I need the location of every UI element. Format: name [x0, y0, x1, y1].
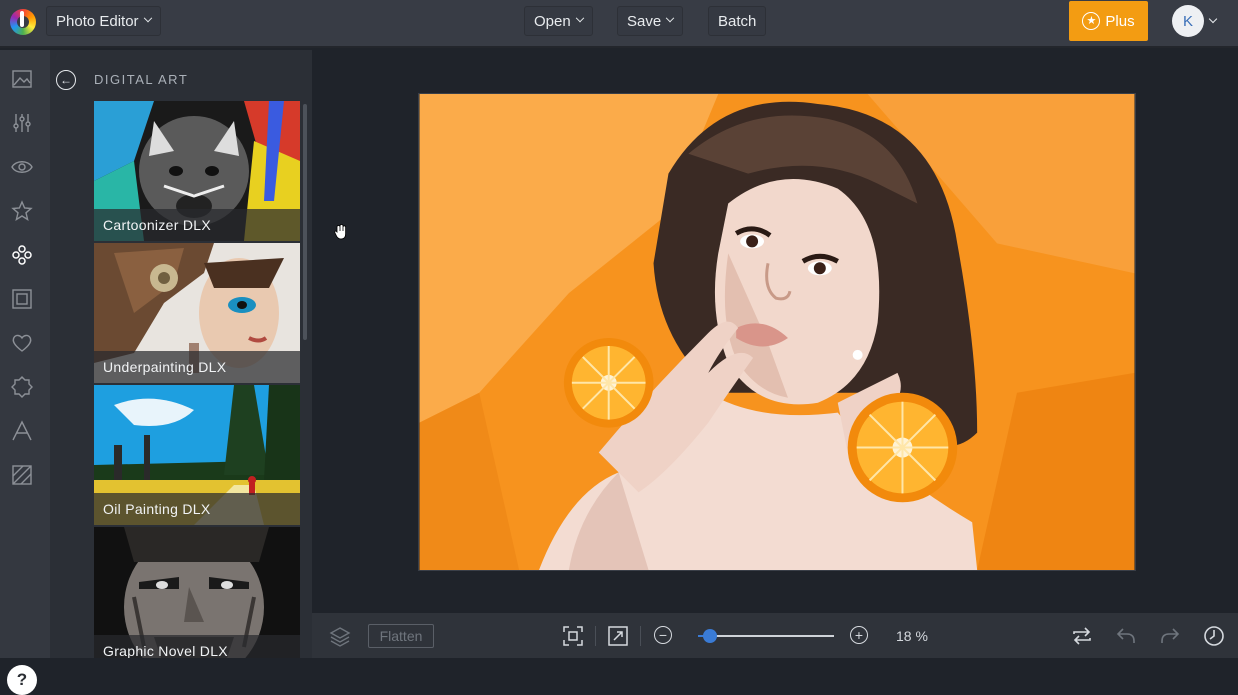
batch-button[interactable]: Batch — [708, 6, 767, 36]
chevron-down-icon — [575, 13, 584, 23]
zoom-out-button[interactable]: − — [654, 626, 672, 644]
redo-icon[interactable] — [1159, 625, 1181, 647]
app-logo[interactable] — [10, 9, 36, 35]
tool-rail: ? — [0, 50, 50, 695]
open-label: Open — [534, 12, 571, 30]
help-label: ? — [16, 670, 28, 689]
bottom-toolbar: Flatten − + 18 % — [312, 613, 1238, 658]
zoom-percentage: 18 % — [896, 628, 928, 644]
panel-title: DIGITAL ART — [94, 72, 189, 87]
batch-label: Batch — [718, 12, 757, 30]
divider — [640, 626, 641, 646]
chevron-down-icon[interactable] — [1208, 14, 1218, 24]
effect-graphic-novel[interactable]: Graphic Novel DLX — [94, 527, 300, 658]
swap-icon[interactable] — [1071, 625, 1093, 647]
fit-screen-icon[interactable] — [562, 625, 584, 647]
effect-label: Underpainting DLX — [94, 351, 300, 383]
help-button[interactable]: ? — [7, 665, 37, 695]
avatar-initial: K — [1182, 12, 1193, 30]
effect-underpainting[interactable]: Underpainting DLX — [94, 243, 300, 383]
undo-icon[interactable] — [1115, 625, 1137, 647]
text-icon[interactable] — [11, 420, 33, 442]
canvas-area[interactable] — [312, 50, 1238, 613]
chevron-down-icon — [143, 13, 152, 23]
effect-label: Oil Painting DLX — [94, 493, 300, 525]
effect-label: Cartoonizer DLX — [94, 209, 300, 241]
plus-upgrade-button[interactable]: ★ Plus — [1069, 1, 1148, 41]
zoom-plus-label: + — [854, 627, 864, 643]
divider — [595, 626, 596, 646]
edited-photo[interactable] — [418, 93, 1136, 571]
badge-icon[interactable] — [11, 376, 33, 398]
eye-icon[interactable] — [11, 156, 33, 178]
effect-oil-painting[interactable]: Oil Painting DLX — [94, 385, 300, 525]
image-icon[interactable] — [11, 68, 33, 90]
effects-icon[interactable] — [11, 244, 33, 266]
heart-icon[interactable] — [11, 332, 33, 354]
save-label: Save — [627, 12, 662, 30]
flatten-label: Flatten — [379, 628, 423, 644]
star-icon: ★ — [1082, 12, 1101, 30]
back-arrow-icon[interactable]: ← — [56, 70, 76, 90]
effect-cartoonizer[interactable]: Cartoonizer DLX — [94, 101, 300, 241]
layers-icon[interactable] — [329, 625, 351, 647]
flatten-button[interactable]: Flatten — [368, 624, 434, 648]
actual-size-icon[interactable] — [607, 625, 629, 647]
zoom-slider[interactable] — [698, 629, 834, 643]
photo-editor-label: Photo Editor — [56, 12, 139, 30]
panel-scrollbar[interactable] — [303, 104, 307, 340]
sliders-icon[interactable] — [11, 112, 33, 134]
zoom-slider-knob[interactable] — [703, 629, 718, 643]
chevron-down-icon — [665, 13, 675, 23]
save-button[interactable]: Save — [617, 6, 684, 36]
photo-editor-menu[interactable]: Photo Editor — [46, 6, 161, 36]
hand-cursor-icon — [334, 224, 346, 240]
texture-icon[interactable] — [11, 464, 33, 486]
open-button[interactable]: Open — [524, 6, 593, 36]
avatar[interactable]: K — [1172, 5, 1204, 37]
top-bar: Photo Editor Open Save Batch ★ Plus K — [0, 0, 1238, 48]
effects-panel: ← DIGITAL ART Cartoonizer DLX Underpaint… — [50, 50, 312, 658]
star-icon[interactable] — [11, 200, 33, 222]
zoom-minus-label: − — [658, 627, 668, 643]
history-clock-icon[interactable] — [1203, 625, 1225, 647]
zoom-in-button[interactable]: + — [850, 626, 868, 644]
effect-label: Graphic Novel DLX — [94, 635, 300, 658]
frame-icon[interactable] — [11, 288, 33, 310]
plus-label: Plus — [1105, 12, 1135, 30]
